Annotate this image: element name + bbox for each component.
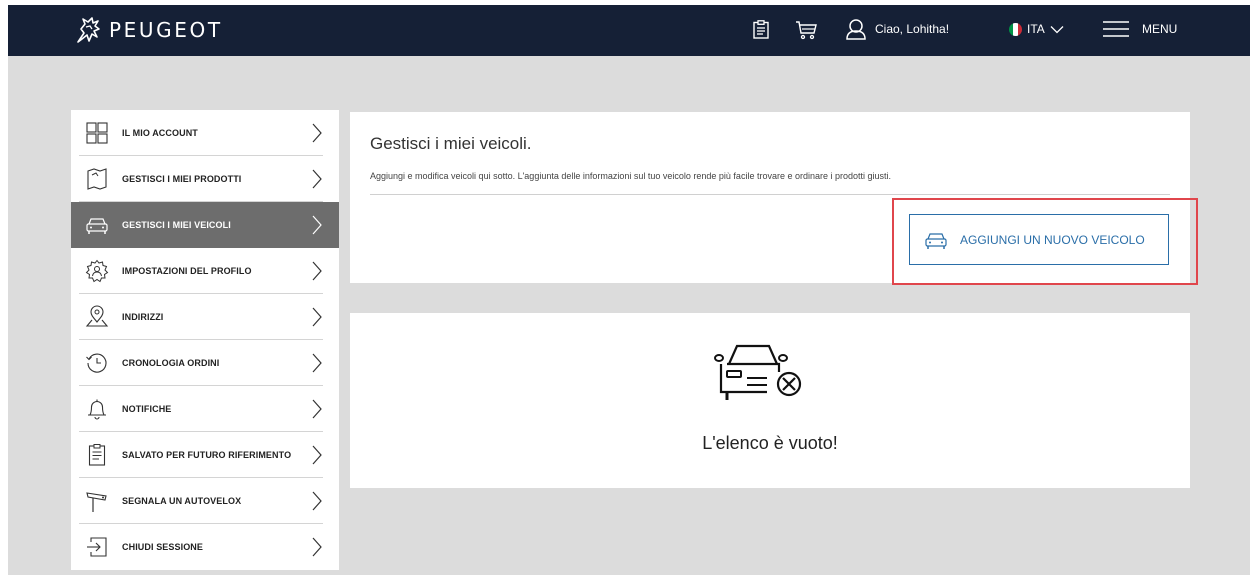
sidebar-item-vehicles[interactable]: GESTISCI I MIEI VEICOLI: [71, 202, 339, 248]
chevron-right-icon: [312, 537, 322, 557]
sidebar-item-label: GESTISCI I MIEI VEICOLI: [122, 220, 231, 230]
history-clock-icon: [86, 353, 107, 373]
add-vehicle-label: AGGIUNGI UN NUOVO VEICOLO: [960, 232, 1145, 247]
sidebar-item-products[interactable]: GESTISCI I MIEI PRODOTTI: [71, 156, 339, 202]
empty-state-message: L'elenco è vuoto!: [702, 433, 838, 453]
sidebar-item-label: CHIUDI SESSIONE: [122, 542, 204, 552]
sidebar-item-speed-camera[interactable]: SEGNALA UN AUTOVELOX: [71, 478, 339, 524]
map-product-icon: [87, 168, 107, 190]
sidebar-item-profile-settings[interactable]: IMPOSTAZIONI DEL PROFILO: [71, 248, 339, 294]
chevron-right-icon: [312, 353, 322, 373]
car-icon: [925, 232, 947, 249]
chevron-right-icon: [312, 399, 322, 419]
chevron-right-icon: [312, 169, 322, 189]
sidebar-item-label: SEGNALA UN AUTOVELOX: [122, 496, 242, 506]
sidebar-item-account[interactable]: IL MIO ACCOUNT: [71, 110, 339, 156]
language-label: ITA: [1027, 22, 1045, 36]
italy-flag-icon: [1009, 22, 1022, 36]
language-selector[interactable]: ITA: [1009, 22, 1064, 36]
chevron-right-icon: [312, 491, 322, 511]
sidebar-item-logout[interactable]: CHIUDI SESSIONE: [71, 524, 339, 570]
chevron-right-icon: [312, 261, 322, 281]
menu-button[interactable]: MENU: [1103, 20, 1177, 38]
sidebar-item-addresses[interactable]: INDIRIZZI: [71, 294, 339, 340]
car-removed-icon: [714, 344, 802, 400]
brand-name: PEUGEOT: [109, 18, 223, 42]
lion-logo-icon: [77, 17, 100, 43]
sidebar-item-label: GESTISCI I MIEI PRODOTTI: [122, 174, 242, 184]
sidebar-item-label: IL MIO ACCOUNT: [122, 128, 198, 138]
sidebar-item-saved-reference[interactable]: SALVATO PER FUTURO RIFERIMENTO: [71, 432, 339, 478]
sidebar-item-label: IMPOSTAZIONI DEL PROFILO: [122, 266, 252, 276]
logout-icon: [87, 537, 107, 557]
peugeot-logo[interactable]: PEUGEOT: [74, 15, 223, 45]
page-description: Aggiungi e modifica veicoli qui sotto. L…: [370, 171, 892, 181]
sidebar-item-label: INDIRIZZI: [122, 312, 164, 322]
top-navigation-bar: PEUGEOT Ciao, Lohitha! ITA MENU: [8, 5, 1250, 56]
grid-icon: [86, 122, 108, 144]
empty-state-panel: L'elenco è vuoto!: [350, 313, 1190, 488]
sidebar-item-label: SALVATO PER FUTURO RIFERIMENTO: [122, 450, 292, 460]
hamburger-icon: [1103, 21, 1129, 37]
add-vehicle-button[interactable]: AGGIUNGI UN NUOVO VEICOLO: [909, 214, 1169, 265]
chevron-right-icon: [312, 445, 322, 465]
account-sidebar: IL MIO ACCOUNT GESTISCI I MIEI PRODOTTI …: [71, 110, 339, 570]
profile-gear-icon: [85, 259, 109, 283]
car-icon: [86, 218, 108, 234]
user-icon[interactable]: [845, 18, 867, 40]
speed-camera-icon: [86, 492, 107, 512]
sidebar-item-notifications[interactable]: NOTIFICHE: [71, 386, 339, 432]
chevron-right-icon: [312, 307, 322, 327]
chevron-down-icon: [1050, 25, 1064, 33]
clipboard-icon[interactable]: [753, 20, 769, 39]
bell-icon: [88, 399, 106, 420]
page-title: Gestisci i miei veicoli.: [370, 134, 532, 153]
sidebar-item-label: CRONOLOGIA ORDINI: [122, 358, 220, 368]
sidebar-item-label: NOTIFICHE: [122, 404, 172, 414]
chevron-right-icon: [312, 123, 322, 143]
chevron-right-icon: [312, 215, 322, 235]
cart-icon[interactable]: [795, 20, 817, 40]
divider: [370, 194, 1170, 195]
sidebar-item-order-history[interactable]: CRONOLOGIA ORDINI: [71, 340, 339, 386]
menu-label: MENU: [1142, 22, 1178, 36]
location-pin-icon: [85, 305, 109, 327]
clipboard-icon: [88, 444, 106, 466]
user-greeting[interactable]: Ciao, Lohitha!: [875, 22, 949, 36]
